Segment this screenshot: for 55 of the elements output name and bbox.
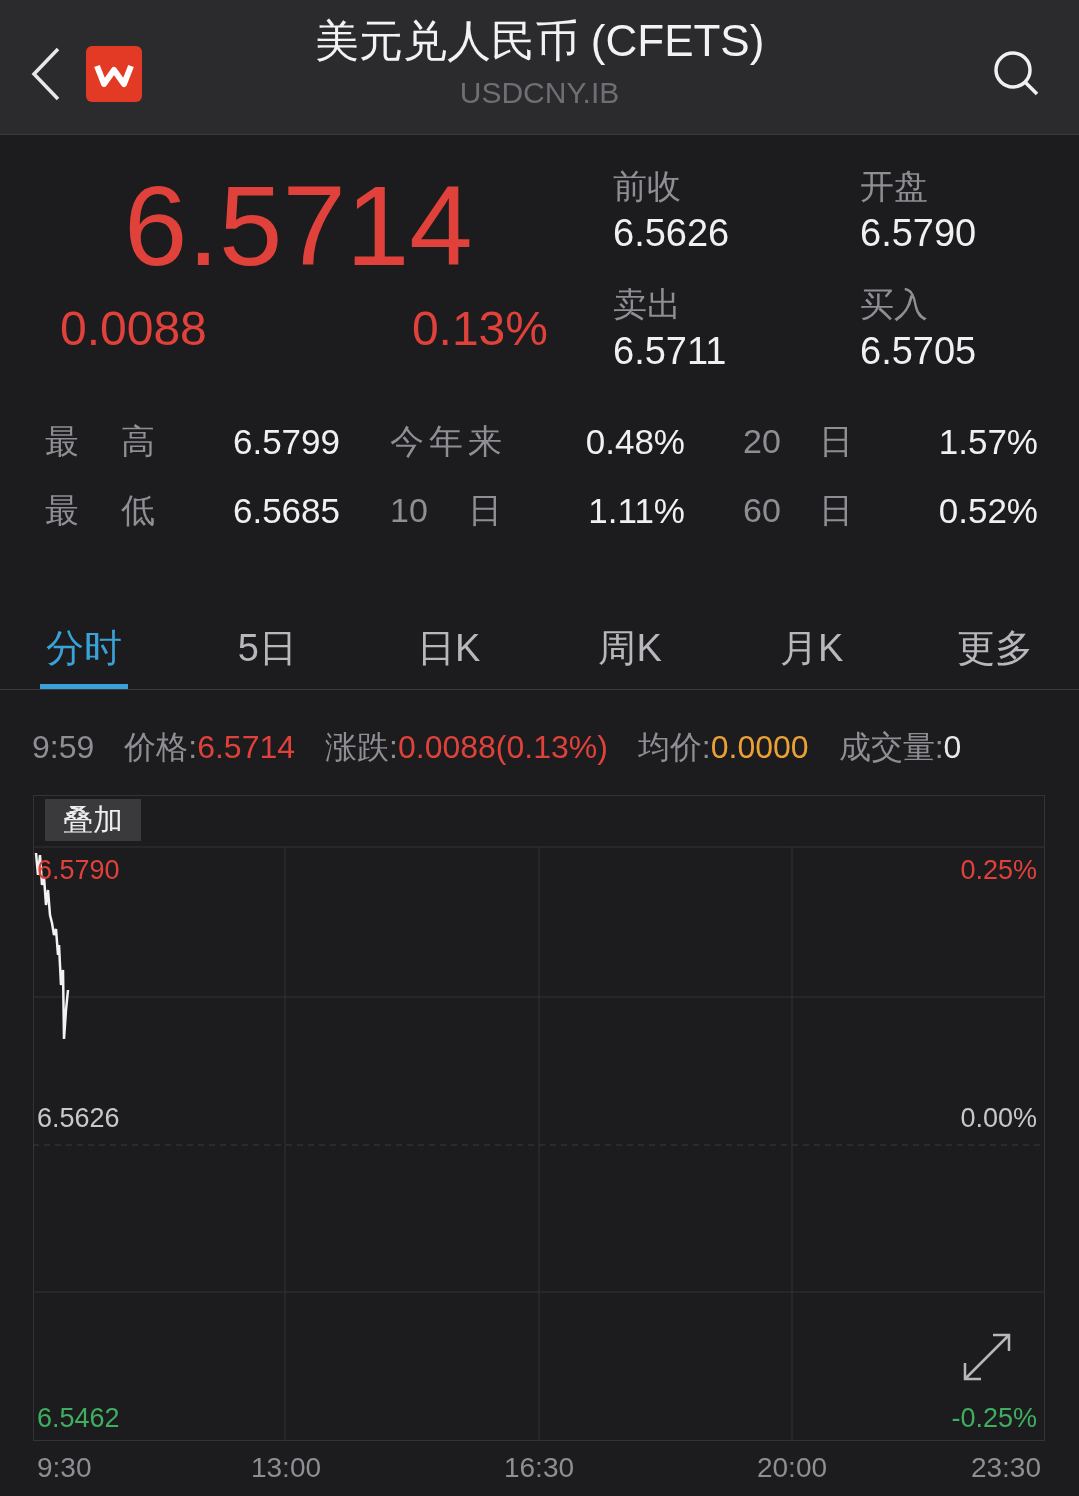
time-axis-label: 9:30	[37, 1451, 92, 1485]
stat-label: 今年来	[390, 420, 502, 462]
field-value: 6.5626	[613, 211, 731, 256]
field-label: 卖出	[613, 284, 682, 325]
info-label: 成交量:	[838, 728, 944, 765]
symbol-code: USDCNY.IB	[459, 75, 620, 111]
back-icon[interactable]	[30, 46, 62, 102]
time-axis-label: 20:00	[756, 1451, 828, 1485]
chart-tab[interactable]: 日K	[406, 607, 491, 689]
stat-value: 6.5685	[231, 490, 340, 531]
field-value: 6.5711	[613, 329, 728, 374]
stat-value: 0.52%	[937, 490, 1038, 531]
chart-tab[interactable]: 月K	[769, 607, 854, 689]
time-axis-label: 23:30	[970, 1451, 1041, 1485]
search-icon[interactable]	[993, 50, 1039, 96]
time-axis-label: 16:30	[503, 1451, 575, 1485]
field-value: 6.5790	[860, 211, 978, 256]
price-change: 0.0088	[60, 305, 207, 353]
page-title: 美元兑人民币 (CFETS)	[314, 15, 765, 67]
time-axis-label: 13:00	[250, 1451, 322, 1485]
current-price: 6.5714	[124, 169, 473, 283]
info-value: 0.0000	[710, 728, 809, 765]
chart-tab[interactable]: 5日	[225, 607, 310, 689]
stat-label: 10 日	[390, 489, 502, 531]
stat-label: 60 日	[743, 489, 853, 531]
price-axis-label: 6.5462	[37, 1402, 120, 1435]
time-label: 9:59	[32, 729, 95, 766]
percent-change: 0.13%	[411, 305, 548, 353]
expand-icon[interactable]	[961, 1331, 1013, 1383]
price-axis-label: 6.5626	[37, 1102, 120, 1135]
field-label: 买入	[860, 284, 929, 325]
info-value: 0.0088(0.13%)	[397, 728, 608, 765]
chart-tab[interactable]: 更多	[950, 607, 1039, 689]
stat-label: 最 高	[45, 420, 155, 462]
info-value: 6.5714	[197, 728, 296, 765]
field-label: 开盘	[860, 166, 929, 207]
stat-value: 6.5799	[231, 421, 340, 462]
info-label: 价格:	[124, 728, 198, 765]
percent-axis-label: 0.00%	[960, 1102, 1037, 1135]
logo-icon[interactable]	[86, 46, 142, 102]
chart-tab[interactable]: 分时	[40, 607, 128, 689]
stat-label: 最 低	[45, 489, 155, 531]
chart-tab[interactable]: 周K	[588, 607, 673, 689]
info-label: 涨跌:	[325, 728, 398, 765]
info-label: 均价:	[637, 728, 711, 765]
percent-axis-label: 0.25%	[960, 854, 1037, 887]
field-value: 6.5705	[860, 329, 978, 374]
stat-label: 20 日	[743, 420, 853, 462]
overlay-button[interactable]: 叠加	[45, 799, 141, 841]
stat-value: 1.57%	[937, 421, 1038, 462]
field-label: 前收	[613, 166, 682, 207]
info-value: 0	[943, 728, 962, 765]
percent-axis-label: -0.25%	[951, 1402, 1037, 1435]
stat-value: 0.48%	[584, 421, 685, 462]
stat-value: 1.11%	[587, 490, 685, 531]
